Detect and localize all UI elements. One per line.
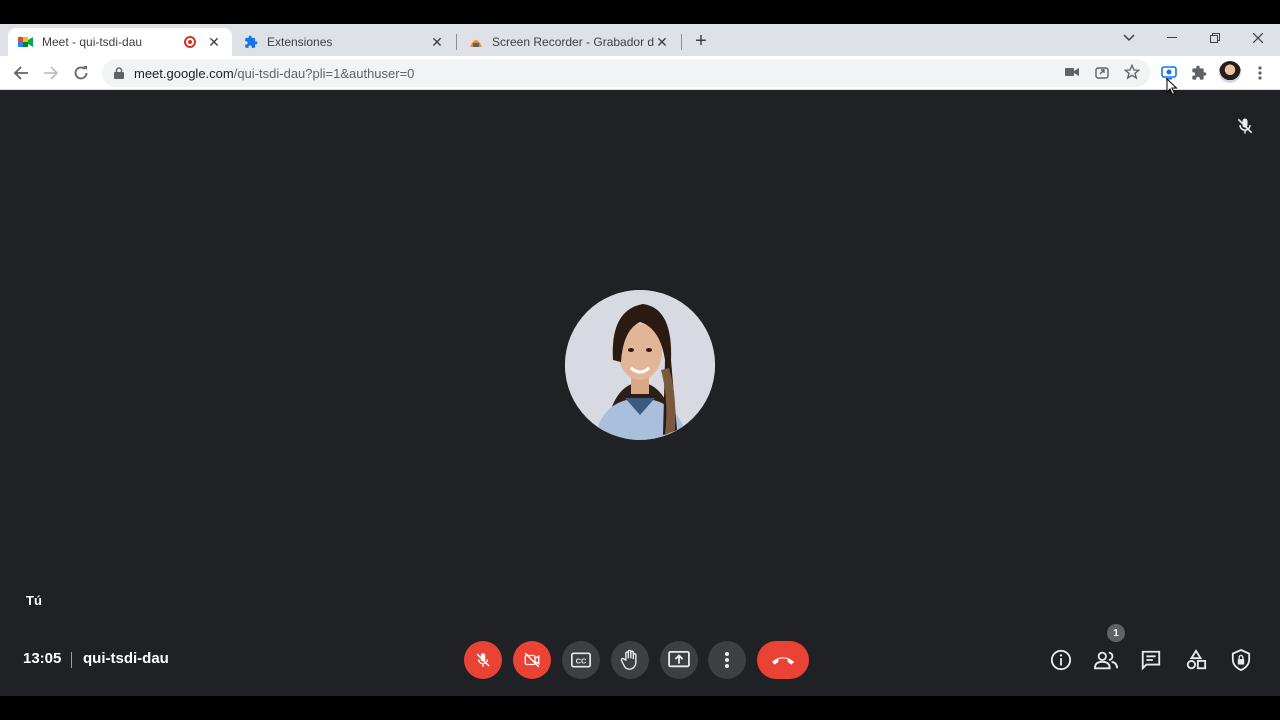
- puzzle-icon: [243, 34, 259, 50]
- url-host: meet.google.com: [134, 65, 234, 81]
- tab-search-icon[interactable]: [1107, 24, 1151, 52]
- bookmark-star-icon[interactable]: [1122, 62, 1142, 82]
- camera-off-icon: [524, 652, 540, 668]
- more-vert-icon: [725, 652, 729, 668]
- google-meet-icon: [18, 34, 34, 50]
- recording-indicator-icon: [184, 36, 196, 48]
- camera-toggle-button[interactable]: [513, 641, 551, 679]
- mic-off-icon: [476, 653, 490, 667]
- hand-icon: [620, 649, 637, 670]
- meeting-controls-bar: 13:05 qui-tsdi-dau CC 1: [0, 624, 1280, 682]
- browser-toolbar: meet.google.com/qui-tsdi-dau?pli=1&authu…: [0, 56, 1280, 90]
- tab-extensions[interactable]: Extensiones ✕: [233, 28, 455, 56]
- url-text: meet.google.com/qui-tsdi-dau?pli=1&authu…: [134, 66, 414, 81]
- close-window-icon[interactable]: [1236, 24, 1280, 52]
- lock-icon: [114, 66, 126, 80]
- close-tab-icon[interactable]: ✕: [429, 34, 445, 50]
- tab-meet[interactable]: Meet - qui-tsdi-dau ✕: [8, 28, 232, 56]
- microphone-toggle-button[interactable]: [464, 641, 502, 679]
- tab-screen-recorder[interactable]: Screen Recorder - Grabador de p ✕: [458, 28, 680, 56]
- kebab-menu-icon[interactable]: [1248, 61, 1272, 85]
- hang-up-icon: [771, 657, 795, 665]
- tab-divider: [681, 34, 682, 50]
- browser-window: Meet - qui-tsdi-dau ✕ Extensiones ✕ Scre…: [0, 24, 1280, 696]
- mouse-cursor-icon: [1166, 78, 1178, 96]
- tab-title: Extensiones: [267, 35, 333, 49]
- extensions-puzzle-icon[interactable]: [1187, 61, 1211, 85]
- captions-icon: CC: [571, 652, 591, 668]
- activities-button[interactable]: [1182, 646, 1210, 674]
- url-path: /qui-tsdi-dau?pli=1&authuser=0: [233, 65, 415, 81]
- info-icon: [1050, 649, 1072, 671]
- captions-button[interactable]: CC: [562, 641, 600, 679]
- participant-count-badge: 1: [1107, 624, 1125, 642]
- participants-button[interactable]: [1092, 646, 1120, 674]
- screen-recorder-icon: [468, 34, 484, 50]
- minimize-icon[interactable]: [1150, 24, 1194, 52]
- chat-button[interactable]: [1137, 646, 1165, 674]
- forward-arrow-icon[interactable]: [38, 60, 64, 86]
- address-bar[interactable]: meet.google.com/qui-tsdi-dau?pli=1&authu…: [102, 59, 1150, 87]
- close-tab-icon[interactable]: ✕: [654, 34, 670, 50]
- tab-strip: Meet - qui-tsdi-dau ✕ Extensiones ✕ Scre…: [0, 24, 1280, 56]
- participant-avatar: [565, 290, 715, 440]
- camera-blocked-icon[interactable]: [1062, 62, 1082, 82]
- tab-title: Screen Recorder - Grabador de p: [492, 35, 654, 49]
- screen: Meet - qui-tsdi-dau ✕ Extensiones ✕ Scre…: [0, 0, 1280, 720]
- restore-icon[interactable]: [1193, 24, 1237, 52]
- host-controls-button[interactable]: [1227, 646, 1255, 674]
- back-arrow-icon[interactable]: [8, 60, 34, 86]
- meeting-clock: 13:05: [23, 650, 62, 667]
- share-icon[interactable]: [1092, 62, 1112, 82]
- chat-icon: [1141, 650, 1161, 671]
- new-tab-button[interactable]: +: [690, 30, 712, 52]
- close-tab-icon[interactable]: ✕: [206, 34, 222, 50]
- raise-hand-button[interactable]: [611, 641, 649, 679]
- divider: [71, 652, 72, 668]
- self-name-label: Tú: [26, 593, 42, 608]
- mic-muted-icon: [1235, 116, 1255, 136]
- leave-call-button[interactable]: [757, 641, 809, 679]
- shapes-icon: [1186, 649, 1207, 670]
- present-icon: [668, 651, 690, 668]
- profile-avatar[interactable]: [1219, 61, 1241, 83]
- tab-title: Meet - qui-tsdi-dau: [42, 35, 143, 49]
- people-icon: [1094, 651, 1118, 670]
- meeting-details-button[interactable]: [1047, 646, 1075, 674]
- more-options-button[interactable]: [708, 641, 746, 679]
- present-screen-button[interactable]: [660, 641, 698, 679]
- meet-stage: Tú 13:05 qui-tsdi-dau CC 1: [0, 90, 1280, 696]
- tab-divider: [456, 34, 457, 50]
- svg-text:CC: CC: [576, 656, 587, 665]
- reload-icon[interactable]: [68, 60, 94, 86]
- shield-lock-icon: [1231, 649, 1251, 671]
- meeting-code: qui-tsdi-dau: [83, 650, 169, 667]
